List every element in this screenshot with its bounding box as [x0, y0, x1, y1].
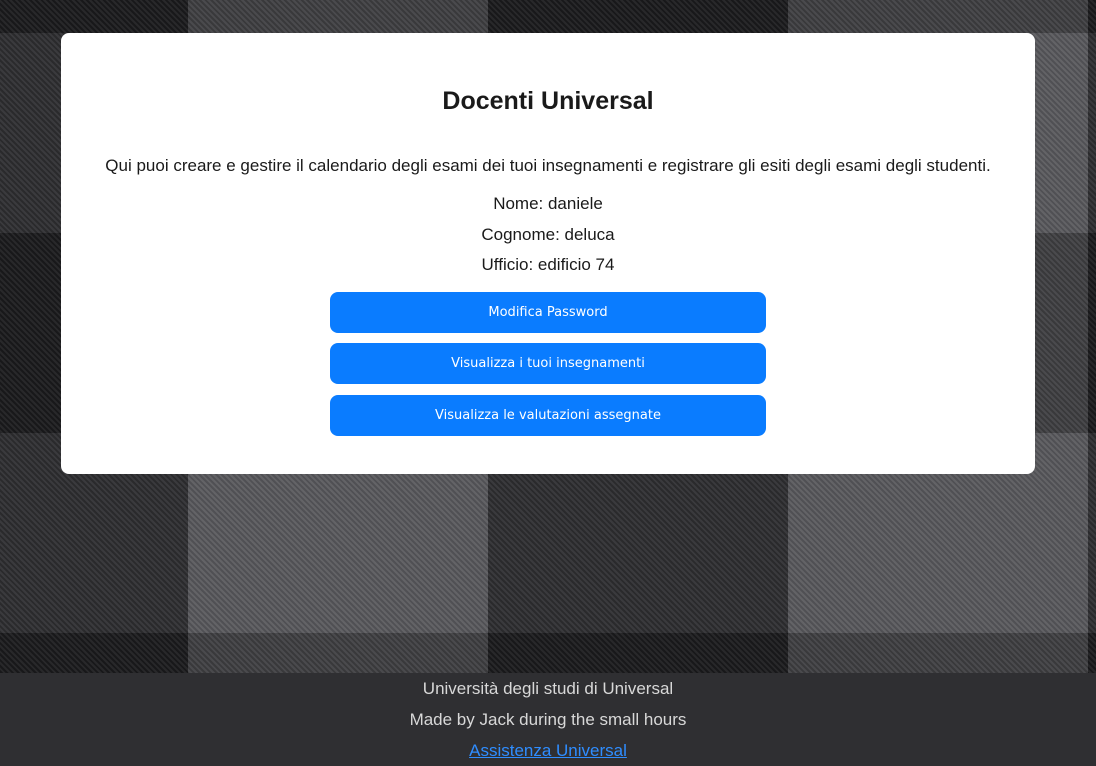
teacher-surname: Cognome: deluca — [481, 225, 615, 244]
intro-text: Qui puoi creare e gestire il calendario … — [105, 156, 991, 175]
view-courses-button[interactable]: Visualizza i tuoi insegnamenti — [330, 343, 766, 384]
support-link[interactable]: Assistenza Universal — [469, 741, 627, 760]
page-title: Docenti Universal — [442, 87, 654, 115]
teacher-dashboard-card: Docenti Universal Qui puoi creare e gest… — [61, 33, 1035, 474]
footer-university: Università degli studi di Universal — [422, 679, 674, 698]
view-grades-button[interactable]: Visualizza le valutazioni assegnate — [330, 395, 766, 436]
change-password-button[interactable]: Modifica Password — [330, 292, 766, 333]
page-footer: Università degli studi di Universal Made… — [0, 673, 1096, 766]
footer-credits: Made by Jack during the small hours — [409, 710, 687, 729]
teacher-office: Ufficio: edificio 74 — [481, 255, 615, 274]
teacher-name: Nome: daniele — [493, 194, 603, 213]
